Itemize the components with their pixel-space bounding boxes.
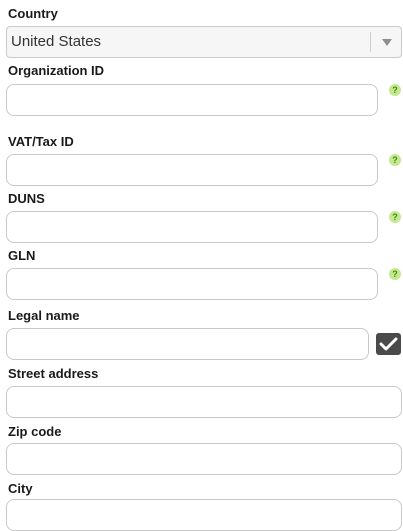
organization-id-label: Organization ID (8, 63, 105, 78)
help-icon[interactable]: ? (389, 154, 401, 166)
gln-label: GLN (8, 248, 36, 263)
help-icon[interactable]: ? (389, 84, 401, 96)
country-select-value: United States (11, 33, 102, 50)
legal-name-checkbox[interactable] (376, 333, 401, 355)
duns-input[interactable] (6, 211, 378, 243)
zip-code-label: Zip code (8, 424, 62, 439)
country-label: Country (8, 6, 58, 21)
help-icon[interactable]: ? (389, 211, 401, 223)
city-input[interactable] (6, 499, 402, 531)
zip-code-input[interactable] (6, 443, 402, 475)
select-divider (370, 32, 371, 52)
city-label: City (8, 481, 33, 496)
duns-label: DUNS (8, 191, 45, 206)
street-address-input[interactable] (6, 386, 402, 418)
gln-input[interactable] (6, 268, 378, 300)
country-select[interactable]: United States (6, 26, 402, 58)
chevron-down-icon[interactable] (382, 39, 392, 46)
street-address-label: Street address (8, 366, 99, 381)
vat-tax-id-input[interactable] (6, 154, 378, 186)
vat-tax-id-label: VAT/Tax ID (8, 134, 74, 149)
legal-name-input[interactable] (6, 328, 369, 360)
organization-id-input[interactable] (6, 84, 378, 116)
help-icon[interactable]: ? (389, 268, 401, 280)
legal-name-label: Legal name (8, 308, 80, 323)
checkmark-icon (379, 337, 398, 351)
